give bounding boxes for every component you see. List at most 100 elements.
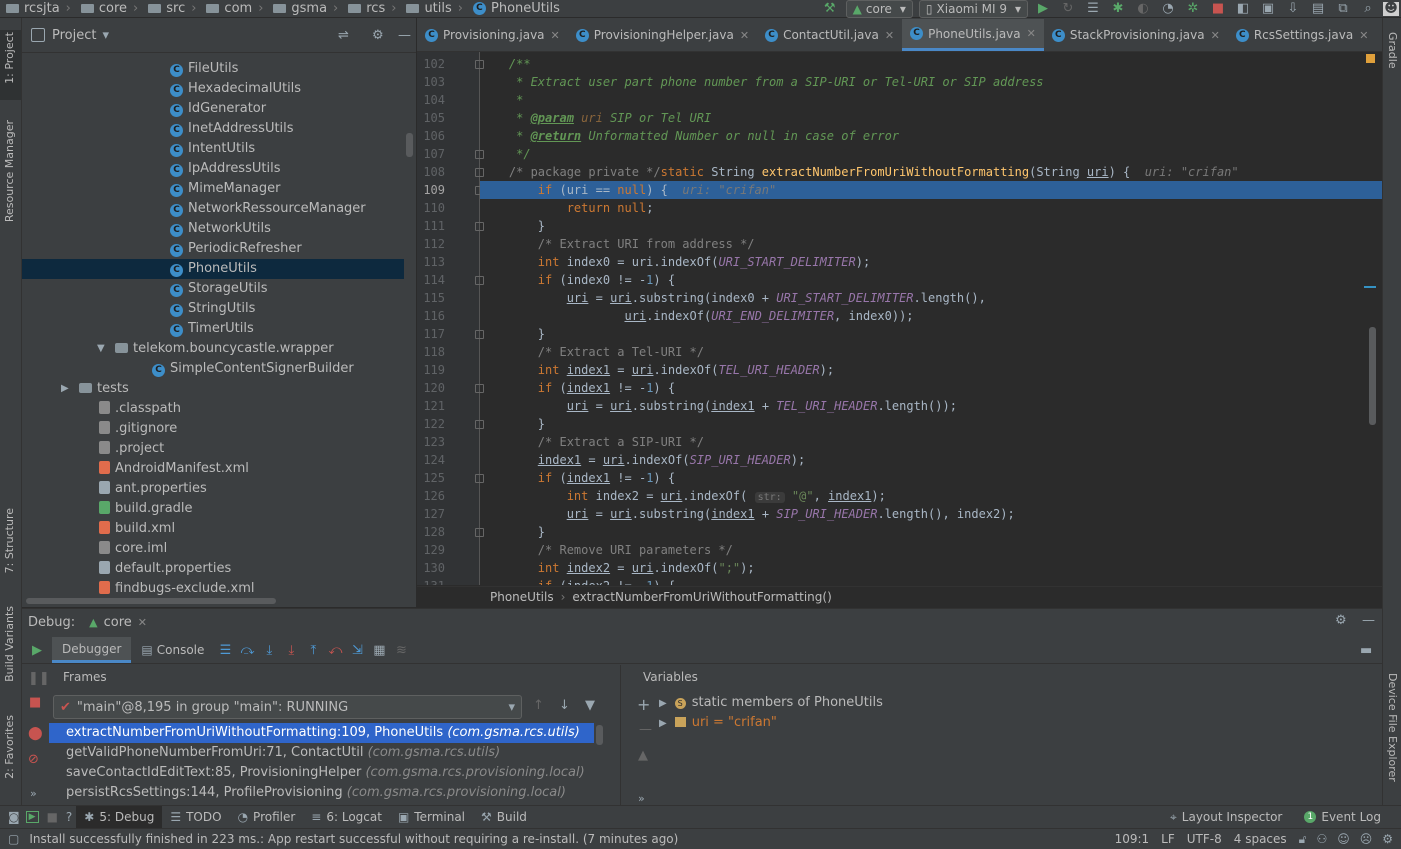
step-into-icon[interactable]: ⤓ [258,640,280,660]
line-separator[interactable]: LF [1161,832,1175,846]
minimize-icon[interactable]: — [1362,613,1375,628]
pause-icon[interactable]: ❚❚ [28,671,50,686]
editor-tab[interactable]: C PhoneUtils.java ✕ [902,19,1044,51]
build-variants-tool-tab[interactable]: Build Variants [3,606,16,682]
tree-item[interactable]: C MimeManager [22,179,404,199]
line-number[interactable]: 103 [417,73,445,91]
add-watch-icon[interactable]: + [637,695,650,714]
help-icon[interactable]: ? [66,810,72,824]
bottom-tab[interactable]: ◔ Profiler [230,806,304,828]
code-line[interactable]: if (index2 != -1) { [480,577,1382,585]
code-line[interactable]: int index1 = uri.indexOf(TEL_URI_HEADER)… [480,361,1382,379]
lock-icon[interactable]: 🔓︎ [1299,832,1307,847]
run-to-cursor-icon[interactable]: ⇲ [346,640,368,660]
close-icon[interactable]: ✕ [1211,29,1220,42]
frame-item[interactable]: extractNumberFromUriWithoutFormatting:10… [49,723,594,743]
inspector-icon[interactable]: ⚙ [1382,832,1393,846]
code-line[interactable]: uri.indexOf(URI_END_DELIMITER, index0)); [480,307,1382,325]
arrow-up-icon[interactable]: ▲ [638,748,648,763]
gear-icon[interactable]: ⚙ [372,28,384,43]
indent-setting[interactable]: 4 spaces [1234,832,1287,846]
apply-code-changes-icon[interactable]: ☰ [1083,1,1103,17]
editor-tab[interactable]: C ProvisioningHelper.java ✕ [568,19,757,51]
stop-icon[interactable]: ■ [1208,1,1228,17]
code-line[interactable]: /* package private */static String extra… [480,163,1382,181]
code-line[interactable]: } [480,325,1382,343]
frame-item[interactable]: persistRcsSettings:144, ProfileProvision… [49,783,594,803]
bottom-tab[interactable]: ⚒ Build [473,806,535,828]
bottom-tab[interactable]: ▣ Terminal [390,806,473,828]
tree-item[interactable]: .classpath [22,399,404,419]
line-number[interactable]: 107 [417,145,445,163]
apply-changes-icon[interactable]: ↻ [1058,1,1078,17]
attach-debugger-icon[interactable]: ✲ [1183,1,1203,17]
event-log-tab[interactable]: Event Log [1321,810,1381,824]
collapse-all-icon[interactable]: ⇌ [338,28,349,43]
tree-horizontal-scrollbar[interactable] [26,598,276,604]
code-line[interactable]: /* Remove URI parameters */ [480,541,1382,559]
editor-tab[interactable]: C Provisioning.java ✕ [417,19,568,51]
tree-item[interactable]: default.properties [22,559,404,579]
code-line[interactable]: uri = uri.substring(index1 + TEL_URI_HEA… [480,397,1382,415]
run-config-select[interactable]: ▲ core ▾ [845,0,913,18]
favorites-tool-tab[interactable]: 2: Favorites [3,715,16,779]
close-icon[interactable]: ✕ [551,29,560,42]
mute-breakpoints-icon[interactable]: ⊘ [28,752,39,767]
tree-item[interactable]: .gitignore [22,419,404,439]
debug-icon[interactable]: ✱ [1108,1,1128,17]
breadcrumb-item[interactable]: gsma › [267,1,342,16]
code-line[interactable]: uri = uri.substring(index1 + SIP_URI_HEA… [480,505,1382,523]
code-line[interactable]: } [480,217,1382,235]
line-number[interactable]: 120 [417,379,445,397]
run-with-coverage-icon[interactable]: ◐ [1133,1,1153,17]
line-number[interactable]: 127 [417,505,445,523]
execution-line[interactable]: if (uri == null) { uri: "crifan" [480,181,1382,199]
breadcrumb-item[interactable]: com › [200,1,267,16]
tree-item[interactable]: C NetworkUtils [22,219,404,239]
chevron-icon[interactable]: ▼ [97,339,107,359]
line-number[interactable]: 114 [417,271,445,289]
close-icon[interactable]: ✕ [885,29,894,42]
file-encoding[interactable]: UTF-8 [1187,832,1222,846]
code-line[interactable]: /* Extract a SIP-URI */ [480,433,1382,451]
chevron-icon[interactable]: ▶ [61,379,71,399]
tree-item[interactable]: .project [22,439,404,459]
layout-settings-icon[interactable]: ▬ [1360,643,1372,658]
variable-item[interactable]: ▶ uri = "crifan" [659,713,1359,733]
editor-scrollbar[interactable] [1369,327,1376,425]
line-number[interactable]: 111 [417,217,445,235]
code-line[interactable]: index1 = uri.indexOf(SIP_URI_HEADER); [480,451,1382,469]
tree-item[interactable]: C InetAddressUtils [22,119,404,139]
code-line[interactable]: /* Extract URI from address */ [480,235,1382,253]
bottom-tab[interactable]: ☰ TODO [162,806,229,828]
layout-icon[interactable]: ⧉ [1333,1,1353,17]
tree-item[interactable]: C StringUtils [22,299,404,319]
line-number[interactable]: 130 [417,559,445,577]
code-line[interactable]: /* Extract a Tel-URI */ [480,343,1382,361]
chevron-right-icon[interactable]: ▶ [659,718,667,729]
line-number[interactable]: 125 [417,469,445,487]
code-line[interactable]: } [480,523,1382,541]
chevron-down-icon[interactable]: ▾ [102,28,109,43]
bottom-tab[interactable]: ✱ 5: Debug [76,806,163,828]
line-number[interactable]: 131 [417,577,445,585]
close-icon[interactable]: ✕ [138,616,147,629]
code-line[interactable]: int index2 = uri.indexOf( str: "@", inde… [480,487,1382,505]
trace-icon[interactable]: ≋ [390,640,412,660]
code-line[interactable]: int index0 = uri.indexOf(URI_START_DELIM… [480,253,1382,271]
tree-item[interactable]: C PhoneUtils [22,259,404,279]
run-icon[interactable]: ▶ [1033,1,1053,17]
camera-icon[interactable]: ◙ [8,810,20,824]
line-number[interactable]: 126 [417,487,445,505]
breadcrumb-method[interactable]: extractNumberFromUriWithoutFormatting() [572,590,831,604]
line-number[interactable]: 102 [417,55,445,73]
tree-item[interactable]: C IdGenerator [22,99,404,119]
show-execution-point-icon[interactable]: ☰ [214,640,236,660]
line-number[interactable]: 123 [417,433,445,451]
code-line[interactable]: } [480,415,1382,433]
close-icon[interactable]: ✕ [1359,29,1368,42]
line-number[interactable]: 117 [417,325,445,343]
filter-icon[interactable]: ▼ [585,698,595,713]
tree-item[interactable]: C FileUtils [22,59,404,79]
line-number[interactable]: 128 [417,523,445,541]
